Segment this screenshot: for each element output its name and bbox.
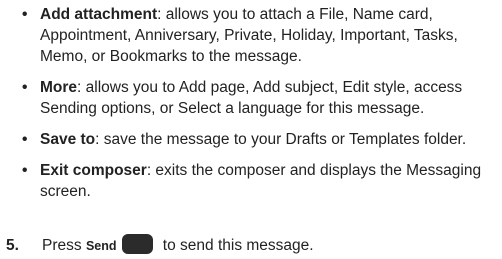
bullet-icon: • xyxy=(22,131,28,148)
list-item-save-to: • Save to: save the message to your Draf… xyxy=(20,129,498,150)
bullet-icon: • xyxy=(22,162,28,179)
step-prefix: Press xyxy=(42,237,86,254)
bullet-icon: • xyxy=(22,79,28,96)
option-description: : save the message to your Drafts or Tem… xyxy=(95,131,467,148)
option-term: Add attachment xyxy=(40,6,158,23)
list-item-add-attachment: • Add attachment: allows you to attach a… xyxy=(20,4,498,67)
list-item-exit-composer: • Exit composer: exits the composer and … xyxy=(20,160,498,202)
option-term: Exit composer xyxy=(40,162,147,179)
option-list: • Add attachment: allows you to attach a… xyxy=(20,4,498,212)
step-suffix: to send this message. xyxy=(158,237,314,254)
option-term: More xyxy=(40,79,78,96)
step-number: 5. xyxy=(6,237,19,254)
step-instruction: 5. Press Send to send this message. xyxy=(6,234,314,257)
option-description: : allows you to Add page, Add subject, E… xyxy=(40,79,463,117)
option-term: Save to xyxy=(40,131,96,148)
list-item-more: • More: allows you to Add page, Add subj… xyxy=(20,77,498,119)
send-key-label: Send xyxy=(85,239,117,253)
send-key-icon xyxy=(121,234,153,254)
bullet-icon: • xyxy=(22,6,28,23)
